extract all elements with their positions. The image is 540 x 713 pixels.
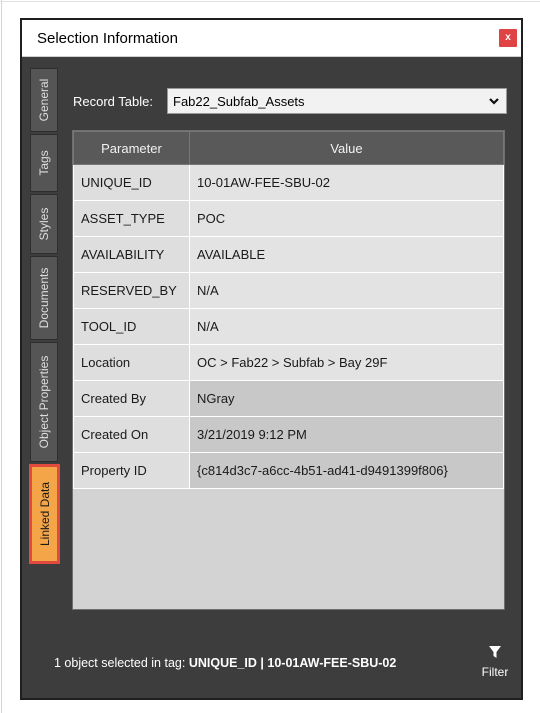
table-row[interactable]: Created On 3/21/2019 9:12 PM (73, 416, 504, 453)
tab-label: Styles (37, 207, 51, 241)
chevron-down-icon (489, 98, 499, 105)
status-tag-name: UNIQUE_ID (188, 656, 257, 670)
tab-styles[interactable]: Styles (30, 194, 58, 254)
tab-tags[interactable]: Tags (30, 134, 58, 192)
parameter-cell: RESERVED_BY (73, 272, 190, 309)
selection-status: 1 object selected in tag: UNIQUE_ID | 10… (54, 656, 396, 670)
tab-object-properties[interactable]: Object Properties (30, 342, 58, 462)
selection-information-panel: Selection Information x General Tags Sty… (20, 18, 523, 700)
linked-data-grid: Parameter Value UNIQUE_ID 10-01AW-FEE-SB… (72, 130, 505, 610)
record-table-value: Fab22_Subfab_Assets (173, 94, 305, 109)
parameter-cell: Created By (73, 380, 190, 417)
table-row[interactable]: RESERVED_BY N/A (73, 272, 504, 309)
table-row[interactable]: Created By NGray (73, 380, 504, 417)
tab-documents[interactable]: Documents (30, 256, 58, 340)
value-cell[interactable]: 10-01AW-FEE-SBU-02 (189, 164, 504, 201)
parameter-cell: AVAILABILITY (73, 236, 190, 273)
table-row[interactable]: TOOL_ID N/A (73, 308, 504, 345)
column-header-value[interactable]: Value (189, 131, 504, 165)
tab-label: General (37, 78, 51, 122)
parameter-cell: Property ID (73, 452, 190, 489)
tab-general[interactable]: General (30, 68, 58, 132)
tab-label: Object Properties (37, 355, 51, 449)
parameter-cell: TOOL_ID (73, 308, 190, 345)
status-separator: | (260, 656, 264, 670)
value-cell: {c814d3c7-a6cc-4b51-ad41-d9491399f806} (189, 452, 504, 489)
value-cell[interactable]: N/A (189, 308, 504, 345)
tab-label: Documents (37, 267, 51, 329)
value-cell: 3/21/2019 9:12 PM (189, 416, 504, 453)
value-cell[interactable]: OC > Fab22 > Subfab > Bay 29F (189, 344, 504, 381)
filter-label: Filter (481, 665, 509, 679)
parameter-cell: UNIQUE_ID (73, 164, 190, 201)
status-tag-value: 10-01AW-FEE-SBU-02 (267, 656, 397, 670)
tab-label: Linked Data (37, 481, 52, 547)
title-bar: Selection Information x (22, 20, 521, 57)
table-row[interactable]: Property ID {c814d3c7-a6cc-4b51-ad41-d94… (73, 452, 504, 489)
parameter-cell: Location (73, 344, 190, 381)
column-header-parameter[interactable]: Parameter (73, 131, 190, 165)
value-cell: NGray (189, 380, 504, 417)
window-title: Selection Information (37, 30, 178, 47)
close-button[interactable]: x (499, 29, 517, 47)
table-row[interactable]: Location OC > Fab22 > Subfab > Bay 29F (73, 344, 504, 381)
parameter-cell: Created On (73, 416, 190, 453)
table-row[interactable]: ASSET_TYPE POC (73, 200, 504, 237)
status-prefix: 1 object selected in tag: (54, 656, 186, 670)
page-border-left (1, 0, 2, 713)
funnel-icon (489, 646, 501, 658)
table-row[interactable]: UNIQUE_ID 10-01AW-FEE-SBU-02 (73, 164, 504, 201)
value-cell[interactable]: POC (189, 200, 504, 237)
filter-button[interactable]: Filter (479, 645, 511, 679)
table-row[interactable]: AVAILABILITY AVAILABLE (73, 236, 504, 273)
tab-label: Tags (37, 150, 51, 176)
tab-linked-data[interactable]: Linked Data (29, 464, 60, 564)
record-table-label: Record Table: (73, 94, 153, 109)
record-table-select[interactable]: Fab22_Subfab_Assets (167, 88, 507, 114)
value-cell[interactable]: N/A (189, 272, 504, 309)
value-cell[interactable]: AVAILABLE (189, 236, 504, 273)
page-border-top (0, 1, 540, 2)
parameter-cell: ASSET_TYPE (73, 200, 190, 237)
